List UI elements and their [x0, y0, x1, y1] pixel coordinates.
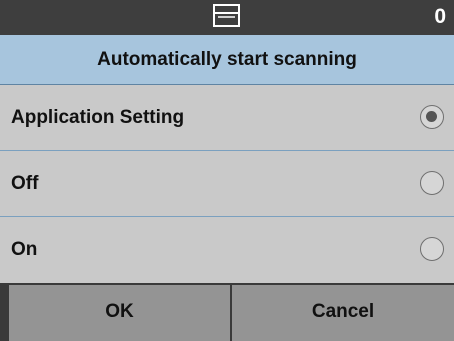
button-bar: OK Cancel: [0, 283, 454, 341]
dialog-title: Automatically start scanning: [0, 35, 454, 85]
option-label: Application Setting: [11, 107, 185, 128]
option-off[interactable]: Off: [0, 151, 454, 217]
scanner-panel: 0 Automatically start scanning Applicati…: [0, 0, 454, 341]
radio-dot: [426, 111, 437, 122]
radio-unselected-icon[interactable]: [420, 237, 444, 261]
option-application-setting[interactable]: Application Setting: [0, 85, 454, 151]
radio-selected-icon[interactable]: [420, 105, 444, 129]
ok-button[interactable]: OK: [9, 285, 230, 341]
option-label: Off: [11, 173, 39, 194]
option-label: On: [11, 239, 38, 260]
cancel-button[interactable]: Cancel: [232, 285, 454, 341]
option-on[interactable]: On: [0, 217, 454, 283]
scan-counter: 0: [434, 5, 446, 28]
tray-icon: [213, 4, 240, 27]
radio-unselected-icon[interactable]: [420, 171, 444, 195]
status-bar: 0: [0, 0, 454, 35]
